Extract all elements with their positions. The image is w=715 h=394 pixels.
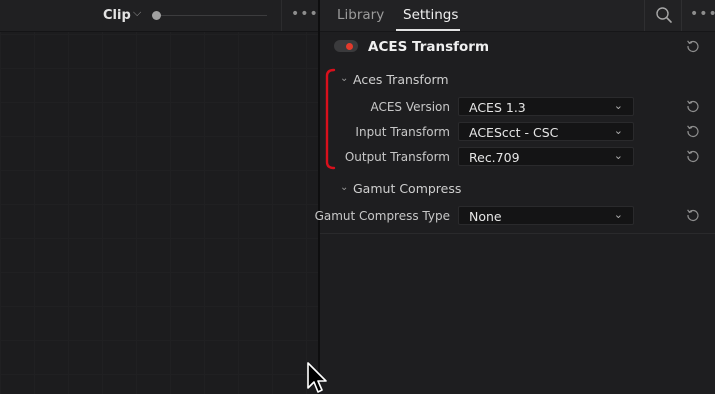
inspector-pane: [320, 0, 715, 394]
reset-icon[interactable]: [686, 99, 700, 113]
tab-library[interactable]: Library: [337, 7, 384, 23]
dropdown-value: Rec.709: [469, 150, 520, 165]
section-divider: [320, 233, 715, 234]
annotation-bracket: [325, 68, 336, 170]
zoom-slider-handle[interactable]: [152, 11, 161, 20]
active-tab-indicator: [396, 29, 460, 31]
clip-label[interactable]: Clip: [103, 8, 131, 23]
header-divider: [281, 0, 282, 31]
gamut-compress-type-dropdown[interactable]: None ⌄: [458, 206, 634, 225]
group-chevron-down-icon[interactable]: ⌄: [340, 182, 348, 193]
input-transform-dropdown[interactable]: ACEScct - CSC ⌄: [458, 122, 634, 141]
viewer-pane: [0, 0, 318, 394]
row-label-output-transform: Output Transform: [344, 150, 450, 164]
reset-icon[interactable]: [686, 149, 700, 163]
reset-icon[interactable]: [686, 124, 700, 138]
reset-icon[interactable]: [686, 39, 700, 53]
dropdown-value: ACEScct - CSC: [469, 125, 559, 140]
search-icon[interactable]: [655, 6, 673, 24]
zoom-slider-track[interactable]: [154, 15, 267, 16]
group-chevron-down-icon[interactable]: ⌄: [340, 73, 348, 84]
mouse-cursor-icon: [307, 362, 327, 393]
aces-version-dropdown[interactable]: ACES 1.3 ⌄: [458, 97, 634, 116]
left-more-options-icon[interactable]: •••: [291, 6, 319, 22]
output-transform-dropdown[interactable]: Rec.709 ⌄: [458, 147, 634, 166]
group-title-aces-transform[interactable]: Aces Transform: [353, 72, 449, 87]
dropdown-value: ACES 1.3: [469, 100, 526, 115]
header-divider: [681, 0, 682, 31]
right-more-options-icon[interactable]: •••: [690, 6, 715, 22]
chevron-down-icon: ⌄: [613, 149, 623, 162]
chevron-down-icon: ⌄: [613, 99, 623, 112]
toggle-indicator: [346, 43, 353, 50]
effect-title: ACES Transform: [368, 39, 490, 55]
clip-chevron-down-icon[interactable]: ⌵: [133, 6, 141, 20]
row-label-aces-version: ACES Version: [370, 100, 450, 114]
header-divider: [644, 0, 645, 31]
row-label-input-transform: Input Transform: [355, 125, 450, 139]
row-label-gamut-compress-type: Gamut Compress Type: [314, 209, 450, 223]
chevron-down-icon: ⌄: [613, 124, 623, 137]
group-title-gamut-compress[interactable]: Gamut Compress: [353, 181, 461, 196]
tab-settings[interactable]: Settings: [403, 7, 458, 23]
chevron-down-icon: ⌄: [613, 208, 623, 221]
reset-icon[interactable]: [686, 208, 700, 222]
dropdown-value: None: [469, 209, 502, 224]
